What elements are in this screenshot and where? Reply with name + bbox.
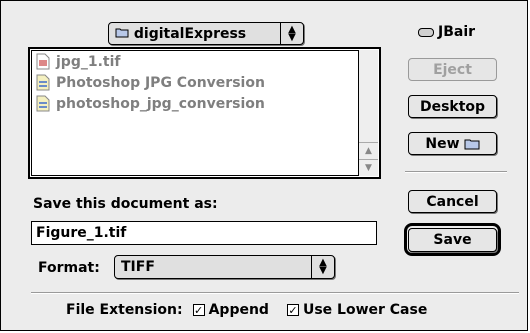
list-item[interactable]: photoshop_jpg_conversion (32, 93, 358, 114)
scroll-down-arrow-icon[interactable]: ▼ (359, 159, 378, 176)
new-folder-button[interactable]: New (408, 132, 497, 155)
disk-icon (418, 27, 434, 37)
volume-label: JBair (438, 24, 476, 40)
new-folder-icon (464, 139, 480, 149)
checkmark-icon: ✓ (286, 303, 299, 317)
save-button[interactable]: Save (408, 228, 497, 252)
document-icon (36, 74, 50, 91)
right-separator (405, 171, 507, 173)
file-list-content: jpg_1.tif Photoshop JPG Conversion photo… (31, 50, 359, 176)
scroll-up-arrow-icon[interactable]: ▲ (359, 142, 378, 159)
tiff-file-icon (36, 53, 50, 70)
file-name: Photoshop JPG Conversion (56, 74, 265, 91)
filename-value: Figure_1.tif (36, 225, 127, 241)
folder-icon (115, 28, 129, 37)
append-checkbox[interactable]: ✓ Append (192, 302, 269, 318)
bottom-separator (31, 292, 519, 294)
lowercase-label: Use Lower Case (302, 302, 428, 318)
popup-arrows-icon: ▲ ▼ (280, 23, 303, 44)
save-as-label: Save this document as: (33, 196, 218, 212)
document-icon (36, 95, 50, 112)
volume-indicator: JBair (418, 24, 475, 40)
lowercase-checkbox[interactable]: ✓ Use Lower Case (286, 302, 428, 318)
file-list[interactable]: jpg_1.tif Photoshop JPG Conversion photo… (28, 47, 381, 179)
popup-arrows-icon: ▲ ▼ (311, 256, 334, 278)
append-label: Append (208, 302, 269, 318)
cancel-button[interactable]: Cancel (408, 190, 497, 213)
file-name: jpg_1.tif (56, 53, 121, 70)
file-extension-label: File Extension: (66, 302, 183, 318)
filename-input[interactable]: Figure_1.tif (31, 221, 377, 245)
file-extension-row: File Extension: ✓ Append ✓ Use Lower Cas… (66, 302, 427, 318)
location-popup[interactable]: digitalExpress ▲ ▼ (108, 22, 304, 45)
checkmark-icon: ✓ (192, 303, 205, 317)
format-label: Format: (38, 260, 100, 276)
desktop-button[interactable]: Desktop (408, 95, 497, 118)
format-popup-label: TIFF (121, 259, 155, 275)
list-item[interactable]: jpg_1.tif (32, 51, 358, 72)
new-folder-label: New (425, 135, 460, 152)
save-dialog: digitalExpress ▲ ▼ JBair jpg_1.tif Photo… (0, 0, 528, 331)
format-popup[interactable]: TIFF ▲ ▼ (114, 255, 335, 279)
eject-button[interactable]: Eject (408, 58, 497, 81)
file-list-scrollbar[interactable]: ▲ ▼ (358, 50, 378, 176)
list-item[interactable]: Photoshop JPG Conversion (32, 72, 358, 93)
file-name: photoshop_jpg_conversion (56, 95, 265, 112)
location-popup-label: digitalExpress (109, 26, 280, 42)
